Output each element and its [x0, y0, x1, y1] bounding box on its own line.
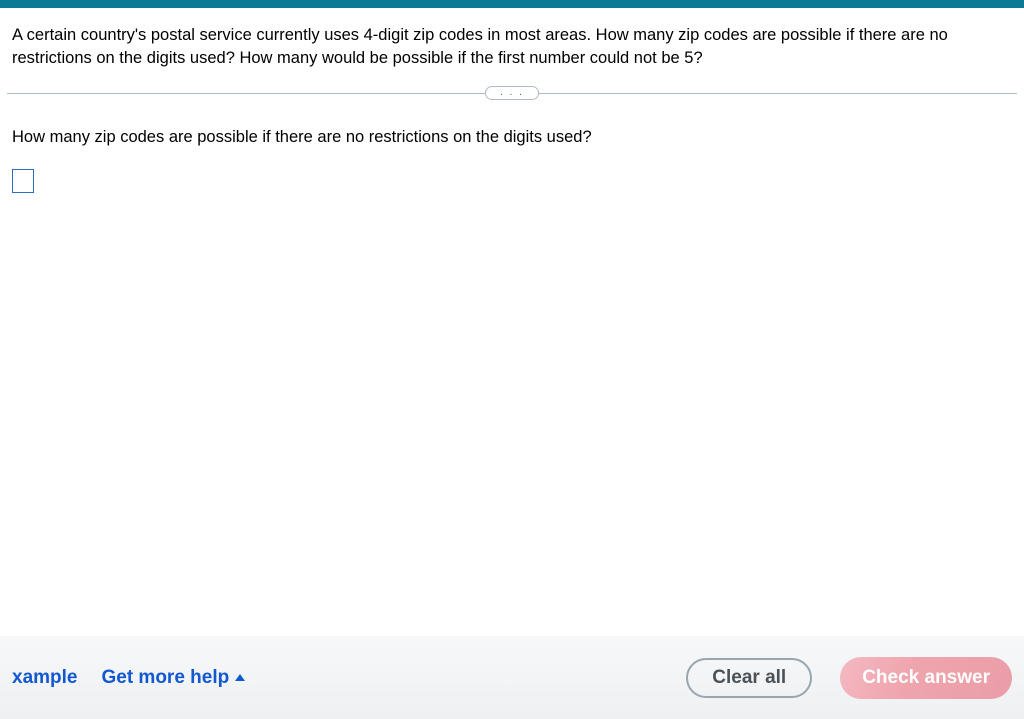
divider: . . .: [12, 86, 1012, 100]
top-accent-bar: [0, 0, 1024, 8]
example-link[interactable]: xample: [12, 667, 77, 689]
divider-expand-button[interactable]: . . .: [485, 86, 539, 100]
question-sub-text: How many zip codes are possible if there…: [12, 128, 1012, 147]
footer-left-group: xample Get more help: [12, 667, 245, 689]
get-more-help-link[interactable]: Get more help: [101, 667, 245, 689]
answer-input[interactable]: [12, 169, 34, 193]
footer-right-group: Clear all Check answer: [686, 657, 1012, 699]
check-answer-button[interactable]: Check answer: [840, 657, 1012, 699]
caret-up-icon: [235, 674, 245, 681]
question-main-text: A certain country's postal service curre…: [12, 24, 1012, 70]
content-area: A certain country's postal service curre…: [0, 8, 1024, 205]
get-more-help-label: Get more help: [101, 667, 229, 689]
clear-all-button[interactable]: Clear all: [686, 658, 812, 698]
footer-bar: xample Get more help Clear all Check ans…: [0, 636, 1024, 719]
